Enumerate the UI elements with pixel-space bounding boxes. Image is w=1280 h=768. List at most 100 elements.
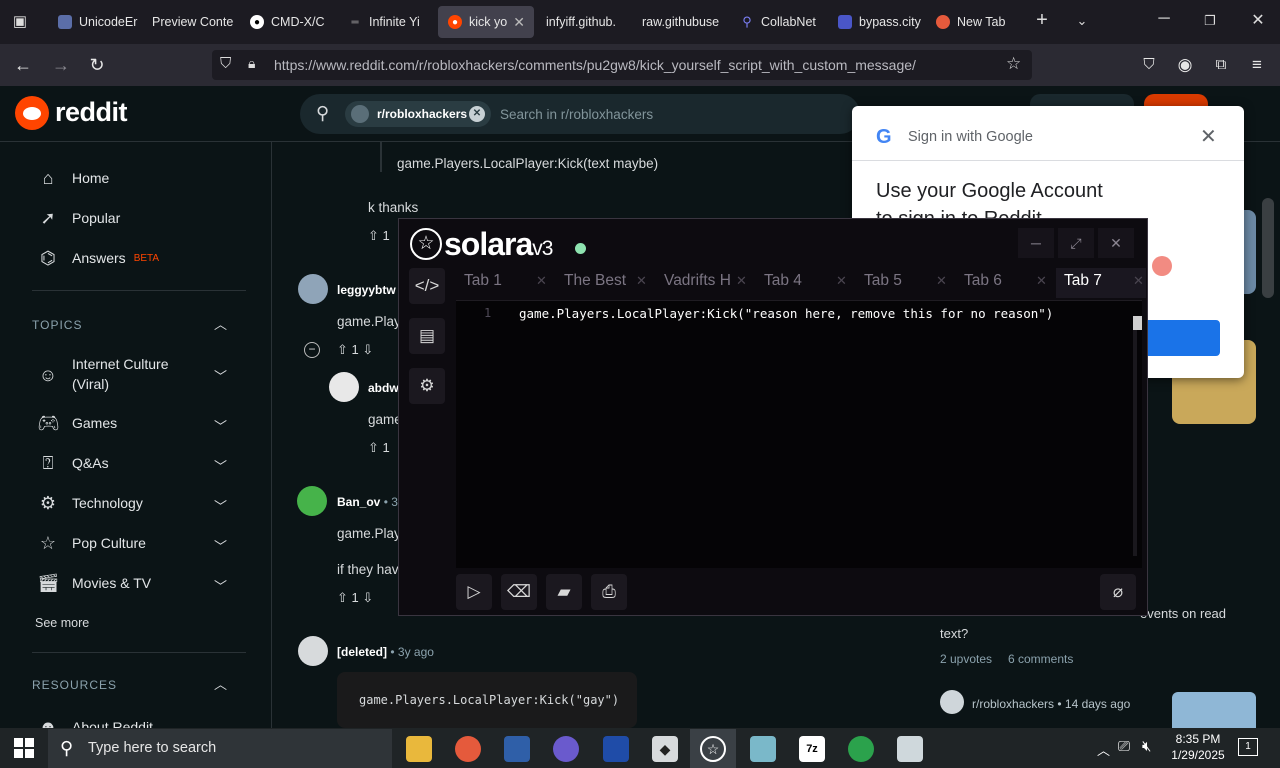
- chevron-down-icon[interactable]: ⌄: [1070, 13, 1094, 29]
- post-title[interactable]: text?: [940, 626, 968, 641]
- close-icon[interactable]: ✕: [1200, 124, 1217, 149]
- app-icon[interactable]: [603, 736, 629, 762]
- browser-tab[interactable]: infyiff.github.: [536, 6, 632, 38]
- post-subreddit-meta[interactable]: r/robloxhackers • 14 days ago: [972, 697, 1130, 711]
- editor-scroll-track[interactable]: [1133, 330, 1137, 556]
- url-text[interactable]: https://www.reddit.com/r/robloxhackers/c…: [274, 57, 916, 73]
- avatar[interactable]: [298, 636, 328, 666]
- comment-username[interactable]: Ban_ov • 3y: [337, 495, 404, 509]
- sidebar-item-popular[interactable]: ➚ Popular: [37, 207, 120, 229]
- close-tab-icon[interactable]: ✕: [836, 273, 847, 289]
- subreddit-search-chip[interactable]: r/robloxhackers ✕: [345, 101, 491, 127]
- forward-icon[interactable]: →: [50, 54, 72, 76]
- chevron-down-icon[interactable]: ﹀: [214, 536, 227, 555]
- file-explorer-icon[interactable]: [406, 736, 432, 762]
- continue-button[interactable]: [1142, 320, 1220, 356]
- chevron-down-icon[interactable]: ﹀: [214, 496, 227, 515]
- subreddit-avatar[interactable]: [940, 690, 964, 714]
- sidebar-item-games[interactable]: 🎮︎ Games: [37, 412, 117, 434]
- username-text[interactable]: [deleted]: [337, 645, 387, 659]
- maximize-icon[interactable]: ⤢: [1058, 228, 1094, 258]
- shield-icon[interactable]: ⛉: [220, 55, 238, 73]
- reddit-logo-text[interactable]: reddit: [55, 97, 128, 128]
- settings-gear-icon[interactable]: ⚙: [409, 368, 445, 404]
- app-icon[interactable]: [750, 736, 776, 762]
- pocket-icon[interactable]: ⛉: [1138, 54, 1160, 76]
- back-icon[interactable]: ←: [12, 54, 34, 76]
- sidebar-item-qas[interactable]: ⍰ Q&As: [37, 452, 109, 474]
- browser-tab[interactable]: bypass.city: [828, 6, 924, 38]
- close-window-icon[interactable]: ✕: [1246, 10, 1270, 30]
- see-more-link[interactable]: See more: [35, 616, 89, 630]
- network-icon[interactable]: ⎚: [1118, 738, 1130, 755]
- windows-start-icon[interactable]: [14, 738, 34, 758]
- vote-controls[interactable]: ⇧ 1 ⇩: [337, 590, 373, 606]
- chevron-down-icon[interactable]: ﹀: [214, 366, 227, 385]
- tab-5[interactable]: Tab 5: [864, 272, 902, 290]
- close-tab-icon[interactable]: ✕: [536, 273, 547, 289]
- vote-controls[interactable]: ⇧ 1: [368, 228, 390, 244]
- save-icon[interactable]: ⎙: [591, 574, 627, 610]
- browser-tab-active[interactable]: ● kick yo ✕: [438, 6, 534, 38]
- sidebar-item-movies-tv[interactable]: 🎬︎ Movies & TV: [37, 572, 151, 594]
- post-thumbnail[interactable]: [1172, 692, 1256, 728]
- collapse-icon[interactable]: −: [304, 342, 320, 358]
- app-icon[interactable]: [848, 736, 874, 762]
- search-placeholder[interactable]: Search in r/robloxhackers: [500, 107, 653, 122]
- browser-tab[interactable]: ═ Infinite Yi: [338, 6, 434, 38]
- clock[interactable]: 8:35 PM 1/29/2025: [1170, 732, 1226, 762]
- close-icon[interactable]: ✕: [1098, 228, 1134, 258]
- tab-the-best[interactable]: The Best: [564, 272, 626, 290]
- tab-1[interactable]: Tab 1: [464, 272, 502, 290]
- editor-scrollbar[interactable]: [1133, 316, 1142, 330]
- topics-header[interactable]: TOPICS: [32, 318, 82, 332]
- browser-tab[interactable]: ⚲ CollabNet: [730, 6, 826, 38]
- code-line[interactable]: game.Players.LocalPlayer:Kick("reason he…: [519, 306, 1053, 321]
- browser-tab[interactable]: UnicodeEr: [48, 6, 140, 38]
- chip-clear-icon[interactable]: ✕: [469, 106, 485, 122]
- tab-list-icon[interactable]: ▣: [10, 12, 30, 32]
- clear-eraser-icon[interactable]: ⌫: [501, 574, 537, 610]
- scrollbar[interactable]: [1262, 198, 1274, 298]
- new-tab-icon[interactable]: +: [1030, 9, 1054, 32]
- taskbar-search-placeholder[interactable]: Type here to search: [88, 740, 216, 756]
- app-icon[interactable]: [897, 736, 923, 762]
- browser-tab[interactable]: New Tab: [926, 6, 1022, 38]
- avatar[interactable]: [329, 372, 359, 402]
- code-editor-icon[interactable]: </>: [409, 268, 445, 304]
- browser-tab[interactable]: Preview Conte: [142, 6, 238, 38]
- chevron-up-icon[interactable]: ︿: [1097, 740, 1110, 759]
- code-editor[interactable]: [456, 300, 1142, 568]
- sidebar-item-home[interactable]: ⌂ Home: [37, 167, 110, 189]
- app-icon[interactable]: [504, 736, 530, 762]
- close-tab-icon[interactable]: ✕: [1036, 273, 1047, 289]
- tab-4[interactable]: Tab 4: [764, 272, 802, 290]
- script-hub-icon[interactable]: ▤: [409, 318, 445, 354]
- chevron-up-icon[interactable]: ︿: [214, 314, 227, 333]
- tab-vadrifts[interactable]: Vadrifts H: [664, 272, 731, 290]
- restore-icon[interactable]: ❐: [1198, 13, 1222, 29]
- tab-7[interactable]: Tab 7: [1064, 272, 1102, 290]
- bookmark-star-icon[interactable]: ☆: [1006, 54, 1021, 74]
- taskbar-search[interactable]: ⚲ Type here to search: [48, 729, 392, 768]
- reddit-logo-icon[interactable]: [15, 96, 49, 130]
- vote-controls[interactable]: ⇧ 1 ⇩: [337, 342, 373, 358]
- close-tab-icon[interactable]: ✕: [513, 14, 525, 31]
- solara-taskbar-icon[interactable]: ☆: [700, 736, 726, 762]
- sidebar-item-pop-culture[interactable]: ☆ Pop Culture: [37, 532, 146, 554]
- avatar[interactable]: [297, 486, 327, 516]
- minimize-icon[interactable]: ─: [1152, 10, 1176, 28]
- sidebar-item-technology[interactable]: ⚙ Technology: [37, 492, 143, 514]
- app-icon[interactable]: [553, 736, 579, 762]
- vote-controls[interactable]: ⇧ 1: [368, 440, 390, 456]
- execute-play-icon[interactable]: ▷: [456, 574, 492, 610]
- sidebar-item-answers[interactable]: ⌬ Answers BETA: [37, 247, 159, 269]
- tab-6[interactable]: Tab 6: [964, 272, 1002, 290]
- notifications-icon[interactable]: 1: [1238, 738, 1258, 756]
- browser-tab[interactable]: ● CMD-X/C: [240, 6, 336, 38]
- lock-icon[interactable]: 🔒︎: [248, 55, 264, 73]
- menu-icon[interactable]: ≡: [1246, 54, 1268, 76]
- avatar[interactable]: [298, 274, 328, 304]
- close-tab-icon[interactable]: ✕: [936, 273, 947, 289]
- minimize-icon[interactable]: ─: [1018, 228, 1054, 258]
